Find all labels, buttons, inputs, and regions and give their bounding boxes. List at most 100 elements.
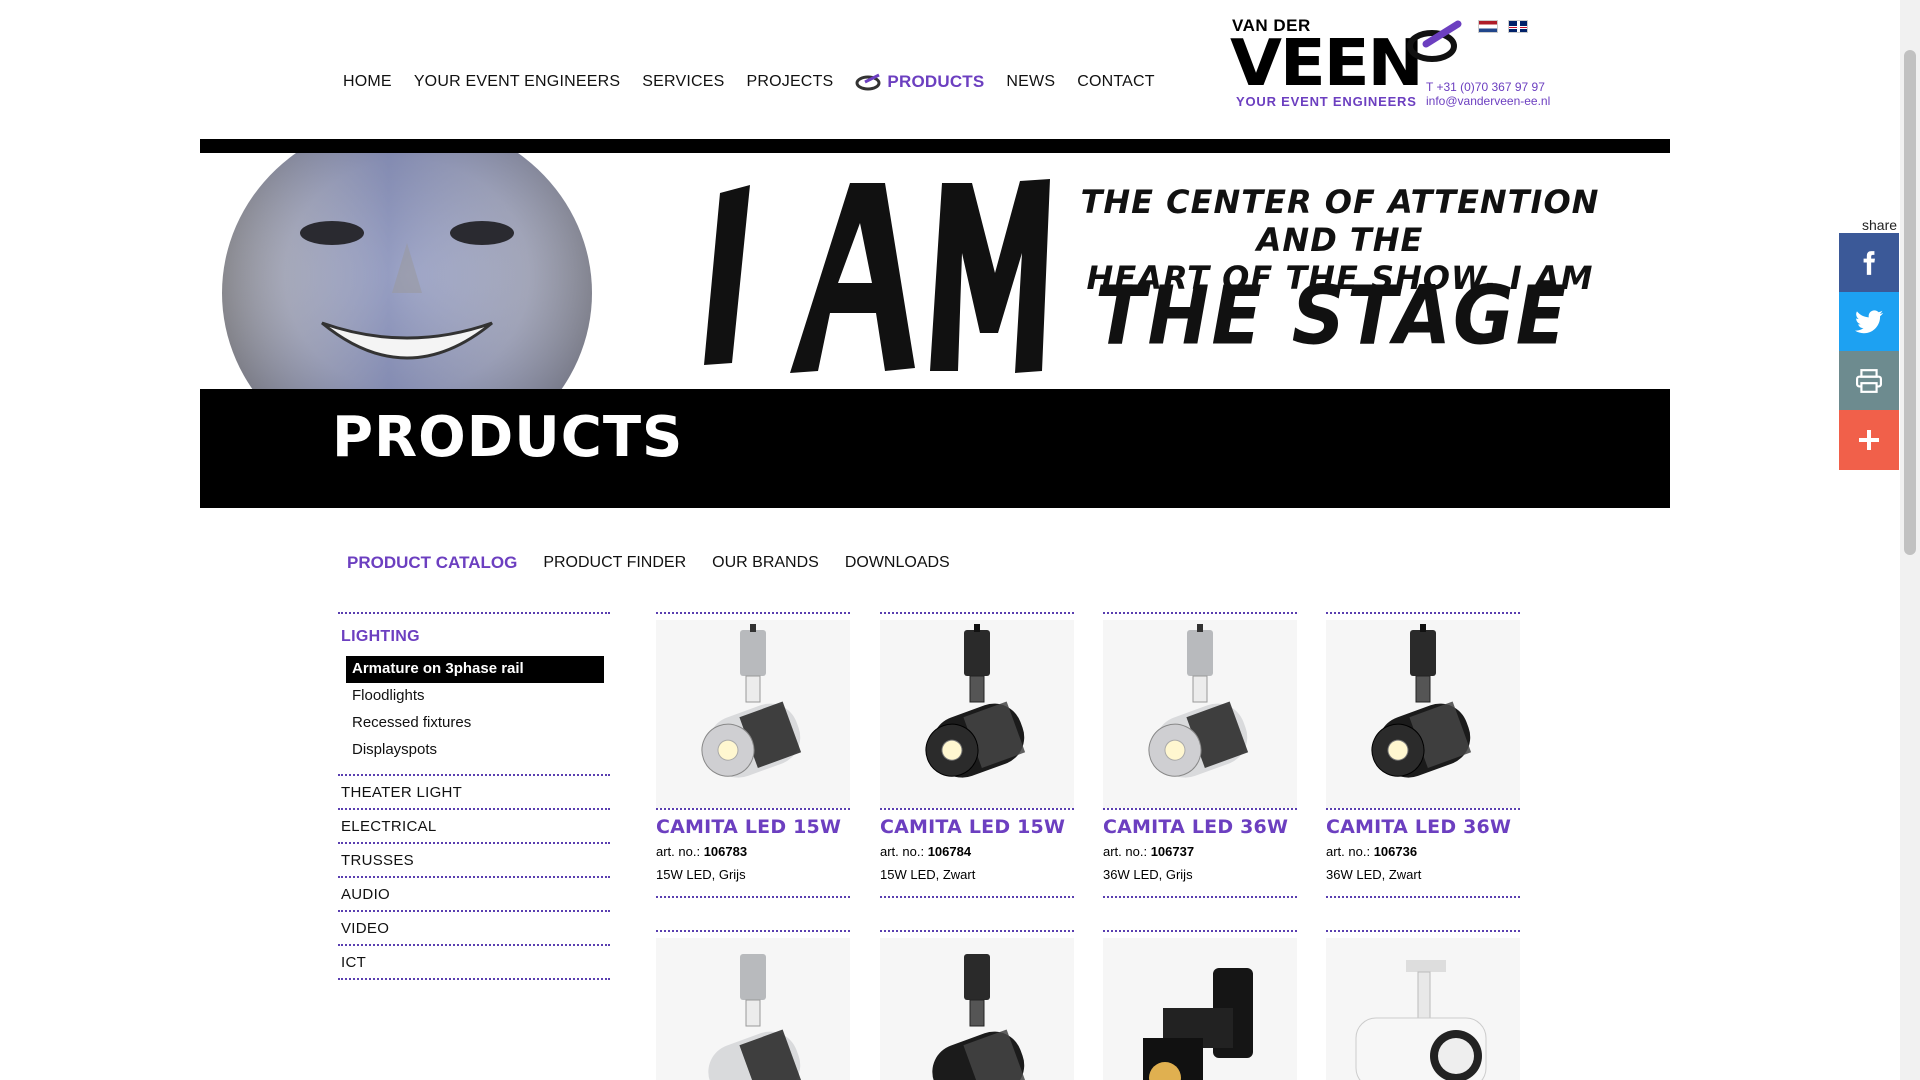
track-spotlight-image bbox=[1148, 624, 1249, 778]
product-name[interactable]: CAMITA LED 15W bbox=[880, 816, 1074, 838]
product-image[interactable] bbox=[1326, 938, 1520, 1080]
email-address[interactable]: info@vanderveen-ee.nl bbox=[1426, 94, 1550, 108]
page-title-bar: PRODUCTS bbox=[200, 389, 1670, 508]
divider bbox=[1103, 612, 1297, 614]
product-card[interactable]: CAMITA LED 36W art. no.: 106737 36W LED,… bbox=[1103, 612, 1297, 898]
product-image[interactable] bbox=[1103, 938, 1297, 1080]
product-image[interactable] bbox=[880, 938, 1074, 1080]
english-flag-icon[interactable] bbox=[1508, 20, 1528, 33]
nav-products-label: PRODUCTS bbox=[887, 72, 985, 91]
nav-projects[interactable]: PROJECTS bbox=[746, 73, 833, 91]
product-image[interactable] bbox=[880, 620, 1074, 808]
sidebar-item-recessed-fixtures[interactable]: Recessed fixtures bbox=[346, 710, 604, 737]
sidebar-heading-lighting[interactable]: LIGHTING bbox=[338, 614, 610, 656]
tab-product-catalog[interactable]: PRODUCT CATALOG bbox=[347, 553, 517, 573]
track-spotlight-image bbox=[932, 954, 1026, 1080]
share-more-button[interactable] bbox=[1839, 410, 1899, 470]
twitter-icon bbox=[1855, 310, 1883, 334]
divider bbox=[1103, 808, 1297, 810]
sidebar-item-ict[interactable]: ICT bbox=[338, 946, 610, 978]
white-track-spotlight-image bbox=[1355, 960, 1487, 1080]
product-image[interactable] bbox=[1326, 620, 1520, 808]
share-print-button[interactable] bbox=[1839, 351, 1899, 411]
page-title: PRODUCTS bbox=[332, 405, 684, 470]
nav-your-event-engineers[interactable]: YOUR EVENT ENGINEERS bbox=[414, 73, 620, 91]
phone-number[interactable]: T +31 (0)70 367 97 97 bbox=[1426, 80, 1550, 94]
product-name[interactable]: CAMITA LED 36W bbox=[1326, 816, 1520, 838]
product-card[interactable] bbox=[880, 930, 1074, 1080]
product-description: 15W LED, Grijs bbox=[656, 867, 746, 882]
divider bbox=[338, 978, 610, 980]
tab-our-brands[interactable]: OUR BRANDS bbox=[712, 554, 819, 572]
product-image[interactable] bbox=[656, 938, 850, 1080]
product-card[interactable] bbox=[1326, 930, 1520, 1080]
logo-line2: VEEN bbox=[1230, 27, 1424, 101]
sidebar-item-displayspots[interactable]: Displayspots bbox=[346, 737, 604, 764]
share-facebook-button[interactable] bbox=[1839, 233, 1899, 293]
product-card[interactable]: CAMITA LED 36W art. no.: 106736 36W LED,… bbox=[1326, 612, 1520, 898]
track-spotlight-image bbox=[701, 624, 802, 778]
main-nav: HOME YOUR EVENT ENGINEERS SERVICES PROJE… bbox=[343, 72, 1177, 92]
divider bbox=[880, 612, 1074, 614]
dutch-flag-icon[interactable] bbox=[1478, 20, 1498, 33]
nav-contact[interactable]: CONTACT bbox=[1077, 73, 1155, 91]
divider bbox=[656, 612, 850, 614]
sidebar-item-electrical[interactable]: ELECTRICAL bbox=[338, 810, 610, 842]
sidebar-item-audio[interactable]: AUDIO bbox=[338, 878, 610, 910]
sidebar-item-floodlights[interactable]: Floodlights bbox=[346, 683, 604, 710]
nav-news[interactable]: NEWS bbox=[1006, 73, 1055, 91]
facebook-icon bbox=[1863, 251, 1875, 275]
share-label: share bbox=[1862, 217, 1898, 233]
sidebar-item-armature-on-3phase-rail[interactable]: Armature on 3phase rail bbox=[346, 656, 604, 683]
hero-stage-text: THE STAGE bbox=[1095, 268, 1569, 364]
product-name[interactable]: CAMITA LED 36W bbox=[1103, 816, 1297, 838]
product-description: 36W LED, Zwart bbox=[1326, 867, 1422, 882]
product-description: 15W LED, Zwart bbox=[880, 867, 976, 882]
product-card[interactable] bbox=[1103, 930, 1297, 1080]
share-twitter-button[interactable] bbox=[1839, 292, 1899, 352]
site-header: HOME YOUR EVENT ENGINEERS SERVICES PROJE… bbox=[0, 0, 1900, 140]
divider bbox=[880, 808, 1074, 810]
track-spotlight-image bbox=[1371, 624, 1472, 778]
divider bbox=[1326, 930, 1520, 932]
divider bbox=[1326, 808, 1520, 810]
nav-products[interactable]: PRODUCTS bbox=[855, 72, 984, 92]
divider bbox=[1326, 612, 1520, 614]
page-scrollbar[interactable] bbox=[1900, 0, 1920, 1080]
product-name[interactable]: CAMITA LED 15W bbox=[656, 816, 850, 838]
divider bbox=[656, 896, 850, 898]
banner-top-bar bbox=[200, 139, 1670, 153]
tab-product-finder[interactable]: PRODUCT FINDER bbox=[543, 554, 686, 572]
swirl-icon bbox=[855, 73, 881, 91]
product-card[interactable] bbox=[656, 930, 850, 1080]
logo-swirl-icon bbox=[1407, 20, 1462, 62]
sidebar-item-video[interactable]: VIDEO bbox=[338, 912, 610, 944]
nav-home[interactable]: HOME bbox=[343, 73, 392, 91]
product-card[interactable]: CAMITA LED 15W art. no.: 106784 15W LED,… bbox=[880, 612, 1074, 898]
language-switcher bbox=[1478, 20, 1528, 33]
profile-spotlight-image bbox=[1143, 968, 1253, 1080]
divider bbox=[880, 930, 1074, 932]
hero-i-am-graphic bbox=[704, 179, 1050, 373]
product-art-no: art. no.: 106737 bbox=[1103, 844, 1195, 859]
product-image[interactable] bbox=[1103, 620, 1297, 808]
hero-face-image bbox=[222, 153, 592, 389]
scrollbar-thumb[interactable] bbox=[1904, 50, 1916, 555]
divider bbox=[656, 808, 850, 810]
tab-downloads[interactable]: DOWNLOADS bbox=[845, 554, 950, 572]
nav-services[interactable]: SERVICES bbox=[642, 73, 724, 91]
divider bbox=[1103, 896, 1297, 898]
divider bbox=[880, 896, 1074, 898]
sidebar-item-theater-light[interactable]: THEATER LIGHT bbox=[338, 776, 610, 808]
plus-icon bbox=[1859, 430, 1879, 450]
product-image[interactable] bbox=[656, 620, 850, 808]
print-icon bbox=[1856, 369, 1882, 393]
product-art-no: art. no.: 106736 bbox=[1326, 844, 1418, 859]
sidebar-item-trusses[interactable]: TRUSSES bbox=[338, 844, 610, 876]
track-spotlight-image bbox=[925, 624, 1026, 778]
divider bbox=[656, 930, 850, 932]
logo-tagline: YOUR EVENT ENGINEERS bbox=[1236, 94, 1417, 109]
product-card[interactable]: CAMITA LED 15W art. no.: 106783 15W LED,… bbox=[656, 612, 850, 898]
header-contact: T +31 (0)70 367 97 97 info@vanderveen-ee… bbox=[1426, 80, 1550, 108]
track-spotlight-image bbox=[708, 954, 802, 1080]
